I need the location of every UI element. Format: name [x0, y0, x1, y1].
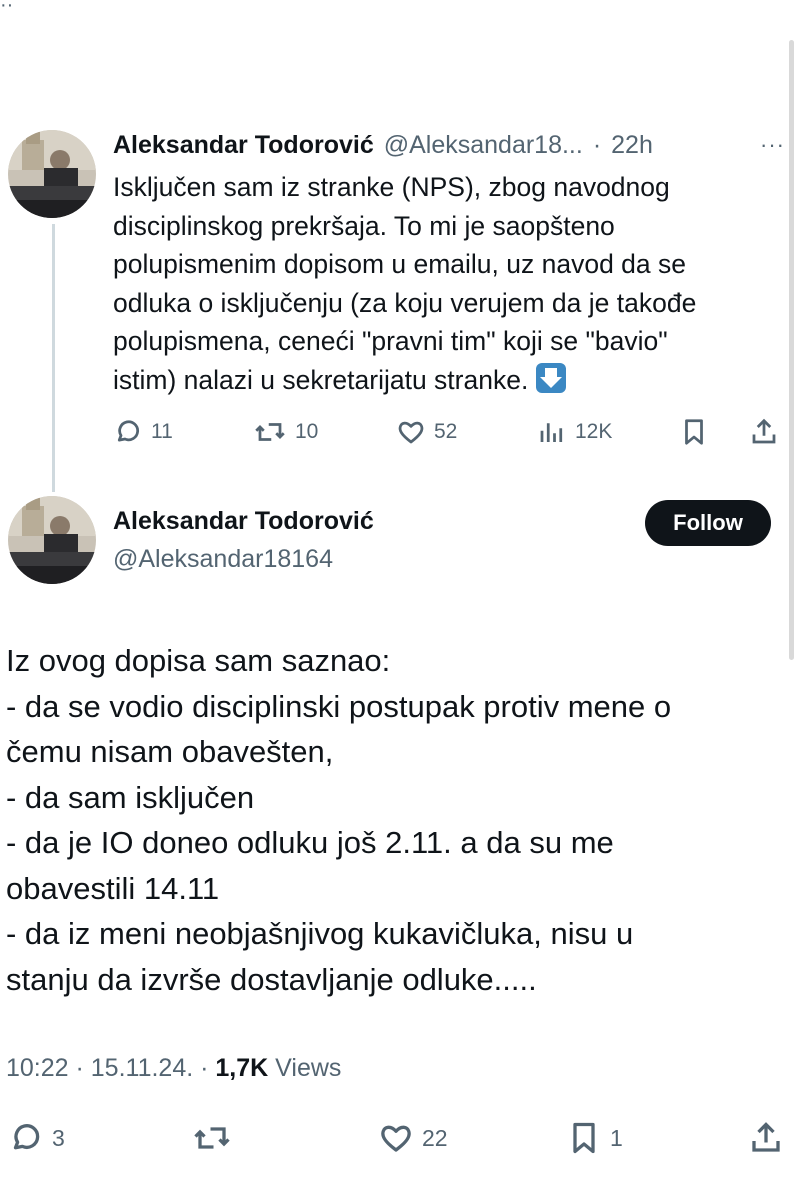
bookmark-icon [685, 419, 703, 445]
tweet-metadata: 10:22 · 15.11.24. · 1,7K Views [6, 1054, 341, 1083]
views-count: 12K [575, 420, 613, 443]
tweet-line: odluka o isključenju (za koju verujem da… [113, 287, 697, 318]
views-icon [540, 423, 563, 442]
tweet-line: disciplinskog prekršaja. To mi je saopšt… [113, 210, 615, 241]
scrollbar[interactable] [789, 40, 794, 660]
avatar[interactable] [8, 130, 96, 218]
thread-connector-line [52, 224, 55, 492]
reply-icon [13, 1124, 40, 1150]
like-icon [381, 1125, 411, 1152]
tweet-time[interactable]: 22h [611, 131, 653, 160]
tweet-line: stanju da izvrše dostavljanje odluke....… [6, 961, 537, 997]
main-tweet-actions: 3 22 1 [6, 1114, 786, 1162]
like-button[interactable]: 22 [378, 1114, 448, 1162]
share-icon [752, 1122, 780, 1152]
author-handle[interactable]: @Aleksandar18164 [113, 540, 374, 578]
views-button[interactable]: 12K [537, 412, 612, 452]
thread-tweet-actions: 11 10 52 12K [113, 412, 785, 452]
separator-dot: · [68, 1054, 91, 1082]
reply-count: 11 [151, 420, 173, 443]
tweet-line: - da se vodio disciplinski postupak prot… [6, 688, 672, 724]
bookmark-count: 1 [610, 1124, 623, 1151]
tweet-line: polupismenim dopisom u emailu, uz navod … [113, 249, 687, 279]
author-name[interactable]: Aleksandar Todorović [113, 502, 374, 540]
reply-icon [117, 420, 139, 442]
main-tweet-author: Aleksandar Todorović @Aleksandar18164 [113, 502, 374, 578]
reply-count: 3 [52, 1124, 65, 1151]
bookmark-icon [573, 1122, 595, 1154]
down-arrow-emoji-icon [535, 362, 566, 393]
repost-icon [255, 423, 285, 441]
avatar[interactable] [8, 496, 96, 584]
tweet-line: Iz ovog dopisa sam saznao: [6, 643, 391, 678]
repost-count: 10 [295, 420, 319, 443]
tweet-date[interactable]: 15.11.24. [91, 1054, 193, 1082]
share-button[interactable] [748, 1114, 784, 1162]
main-tweet-text: Iz ovog dopisa sam saznao: - da se vodio… [6, 638, 786, 1002]
views-count[interactable]: 1,7K [215, 1054, 268, 1082]
like-button[interactable]: 52 [396, 412, 457, 452]
tweet-line: obavestili 14.11 [6, 870, 220, 906]
bookmark-button[interactable]: 1 [566, 1114, 623, 1162]
views-label: Views [268, 1054, 342, 1082]
separator-dot: · [193, 1054, 216, 1082]
thread-tweet-header: Aleksandar Todorović @Aleksandar18... · … [113, 128, 785, 162]
tweet-line: - da sam isključen [6, 779, 255, 815]
tweet-line-last: istim) nalazi u sekretarijatu stranke. [113, 361, 783, 400]
top-edge-dots: ·· [0, 0, 14, 16]
more-options-icon[interactable]: ··· [760, 132, 785, 158]
thread-tweet-text: Isključen sam iz stranke (NPS), zbog nav… [113, 168, 783, 399]
author-handle[interactable]: @Aleksandar18... [384, 131, 583, 160]
reply-button[interactable]: 11 [113, 412, 173, 452]
tweet-line: čemu nisam obavešten, [6, 734, 334, 769]
reply-button[interactable]: 3 [8, 1114, 65, 1162]
follow-button[interactable]: Follow [645, 500, 771, 546]
tweet-line: - da je IO doneo odluku još 2.11. a da s… [6, 825, 614, 860]
author-name[interactable]: Aleksandar Todorović [113, 131, 374, 160]
repost-icon [194, 1127, 230, 1149]
avatar-photo [8, 130, 96, 218]
tweet-line: - da iz meni neobjašnjivog kukavičluka, … [6, 916, 634, 951]
repost-button[interactable] [192, 1114, 232, 1162]
share-button[interactable] [749, 412, 779, 452]
separator-dot: · [592, 130, 602, 159]
tweet-line: istim) nalazi u sekretarijatu stranke. [113, 364, 529, 395]
tweet-time[interactable]: 10:22 [6, 1054, 69, 1082]
avatar-photo [8, 496, 96, 584]
tweet-line: polupismena, ceneći "pravni tim" koji se… [113, 326, 668, 356]
like-icon [398, 421, 424, 444]
bookmark-button[interactable] [679, 412, 709, 452]
like-count: 52 [434, 420, 458, 443]
like-count: 22 [422, 1124, 448, 1151]
repost-button[interactable]: 10 [253, 412, 318, 452]
share-icon [752, 418, 776, 444]
tweet-line: Isključen sam iz stranke (NPS), zbog nav… [113, 172, 670, 202]
